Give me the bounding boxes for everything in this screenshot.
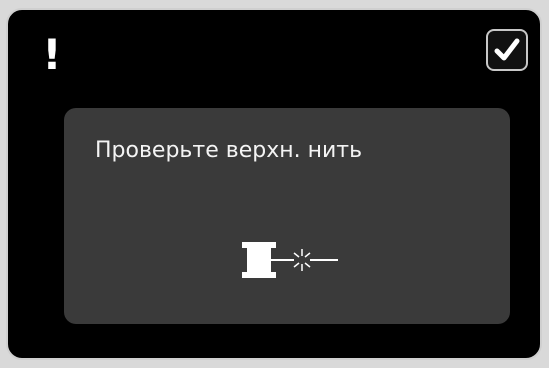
alert-icon: !: [42, 30, 62, 79]
confirm-button[interactable]: [486, 29, 528, 71]
dialog-frame: ! Проверьте верхн. нить: [6, 8, 542, 360]
thread-spool-broken-icon: [242, 242, 338, 278]
checkmark-icon: [494, 38, 520, 61]
message-title: Проверьте верхн. нить: [95, 138, 363, 163]
message-panel: Проверьте верхн. нить: [64, 108, 510, 324]
